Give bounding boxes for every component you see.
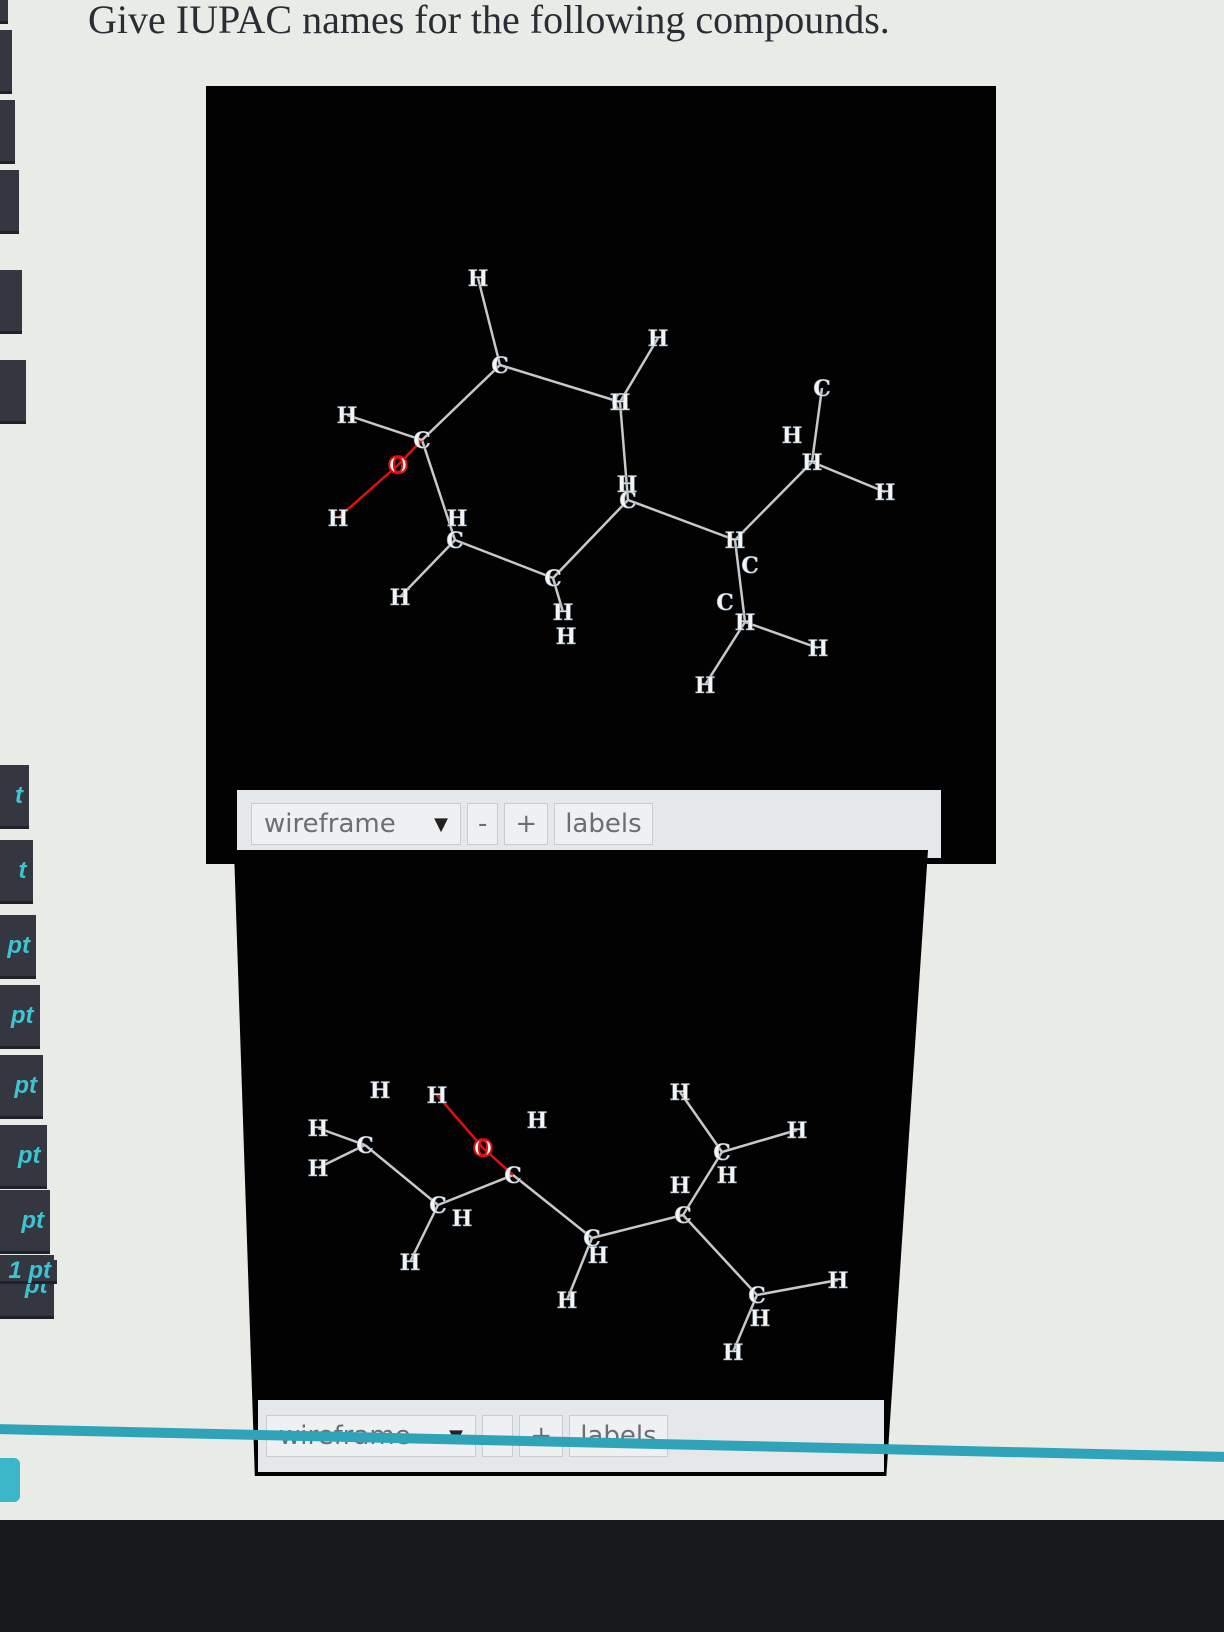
atom-h: H (617, 472, 638, 498)
atom-h: H (828, 1268, 849, 1294)
atom-h: H (750, 1306, 771, 1332)
molecule-structures: CCCCCCOHHHHHHHHHHCHCHHHCHHHCHHHC HHCOHHCH… (307, 266, 896, 1367)
atom-h: H (717, 1163, 738, 1189)
atom-o: O (473, 1136, 492, 1162)
bond (364, 1144, 439, 1206)
atom-h: H (610, 390, 631, 416)
atom-h: H (670, 1080, 691, 1106)
bond (756, 1278, 839, 1297)
atom-h: H (808, 636, 829, 662)
atom-h: H (400, 1250, 421, 1276)
atom-c: C (674, 1203, 692, 1229)
atom-h: H (527, 1108, 548, 1134)
atom-c: C (413, 428, 431, 454)
atom-h: H (308, 1156, 329, 1182)
atom-h: H (556, 624, 577, 650)
bond (421, 364, 501, 441)
atom-h: H (782, 423, 803, 449)
atom-h: H (725, 528, 746, 554)
atom-c: C (356, 1133, 374, 1159)
atom-h: H (802, 450, 823, 476)
atom-h: H (370, 1078, 391, 1104)
bond (437, 1173, 514, 1207)
atom-h: H (875, 480, 896, 506)
bond (512, 1174, 593, 1239)
bond (682, 1214, 758, 1296)
atom-c: C (429, 1193, 447, 1219)
atom-c: C (716, 590, 734, 616)
atom-h: H (447, 506, 468, 532)
atom-h: H (427, 1083, 448, 1109)
atom-o: O (388, 453, 407, 479)
atom-c: C (491, 353, 509, 379)
atom-h: H (390, 585, 411, 611)
atom-h: H (557, 1288, 578, 1314)
bond (552, 499, 629, 579)
atom-h: H (308, 1116, 329, 1142)
atom-c: C (504, 1163, 522, 1189)
atom-h: H (735, 610, 756, 636)
bond (454, 538, 554, 580)
atom-h: H (695, 673, 716, 699)
atom-h: H (553, 600, 574, 626)
atom-c: C (813, 376, 831, 402)
atom-c: C (544, 566, 562, 592)
atom-c: C (741, 553, 759, 579)
taskbar (0, 1520, 1224, 1632)
bond (627, 498, 736, 542)
bond (346, 413, 423, 442)
bond (734, 461, 813, 541)
atom-h: H (468, 266, 489, 292)
atom-h: H (452, 1206, 473, 1232)
bond (499, 363, 621, 404)
atom-h: H (723, 1340, 744, 1366)
atom-h: H (337, 403, 358, 429)
footer-button[interactable] (0, 1458, 20, 1502)
atom-h: H (328, 506, 349, 532)
bond (591, 1213, 684, 1240)
atom-h: H (670, 1173, 691, 1199)
atom-h: H (588, 1243, 609, 1269)
atom-h: H (648, 326, 669, 352)
atom-h: H (787, 1118, 808, 1144)
